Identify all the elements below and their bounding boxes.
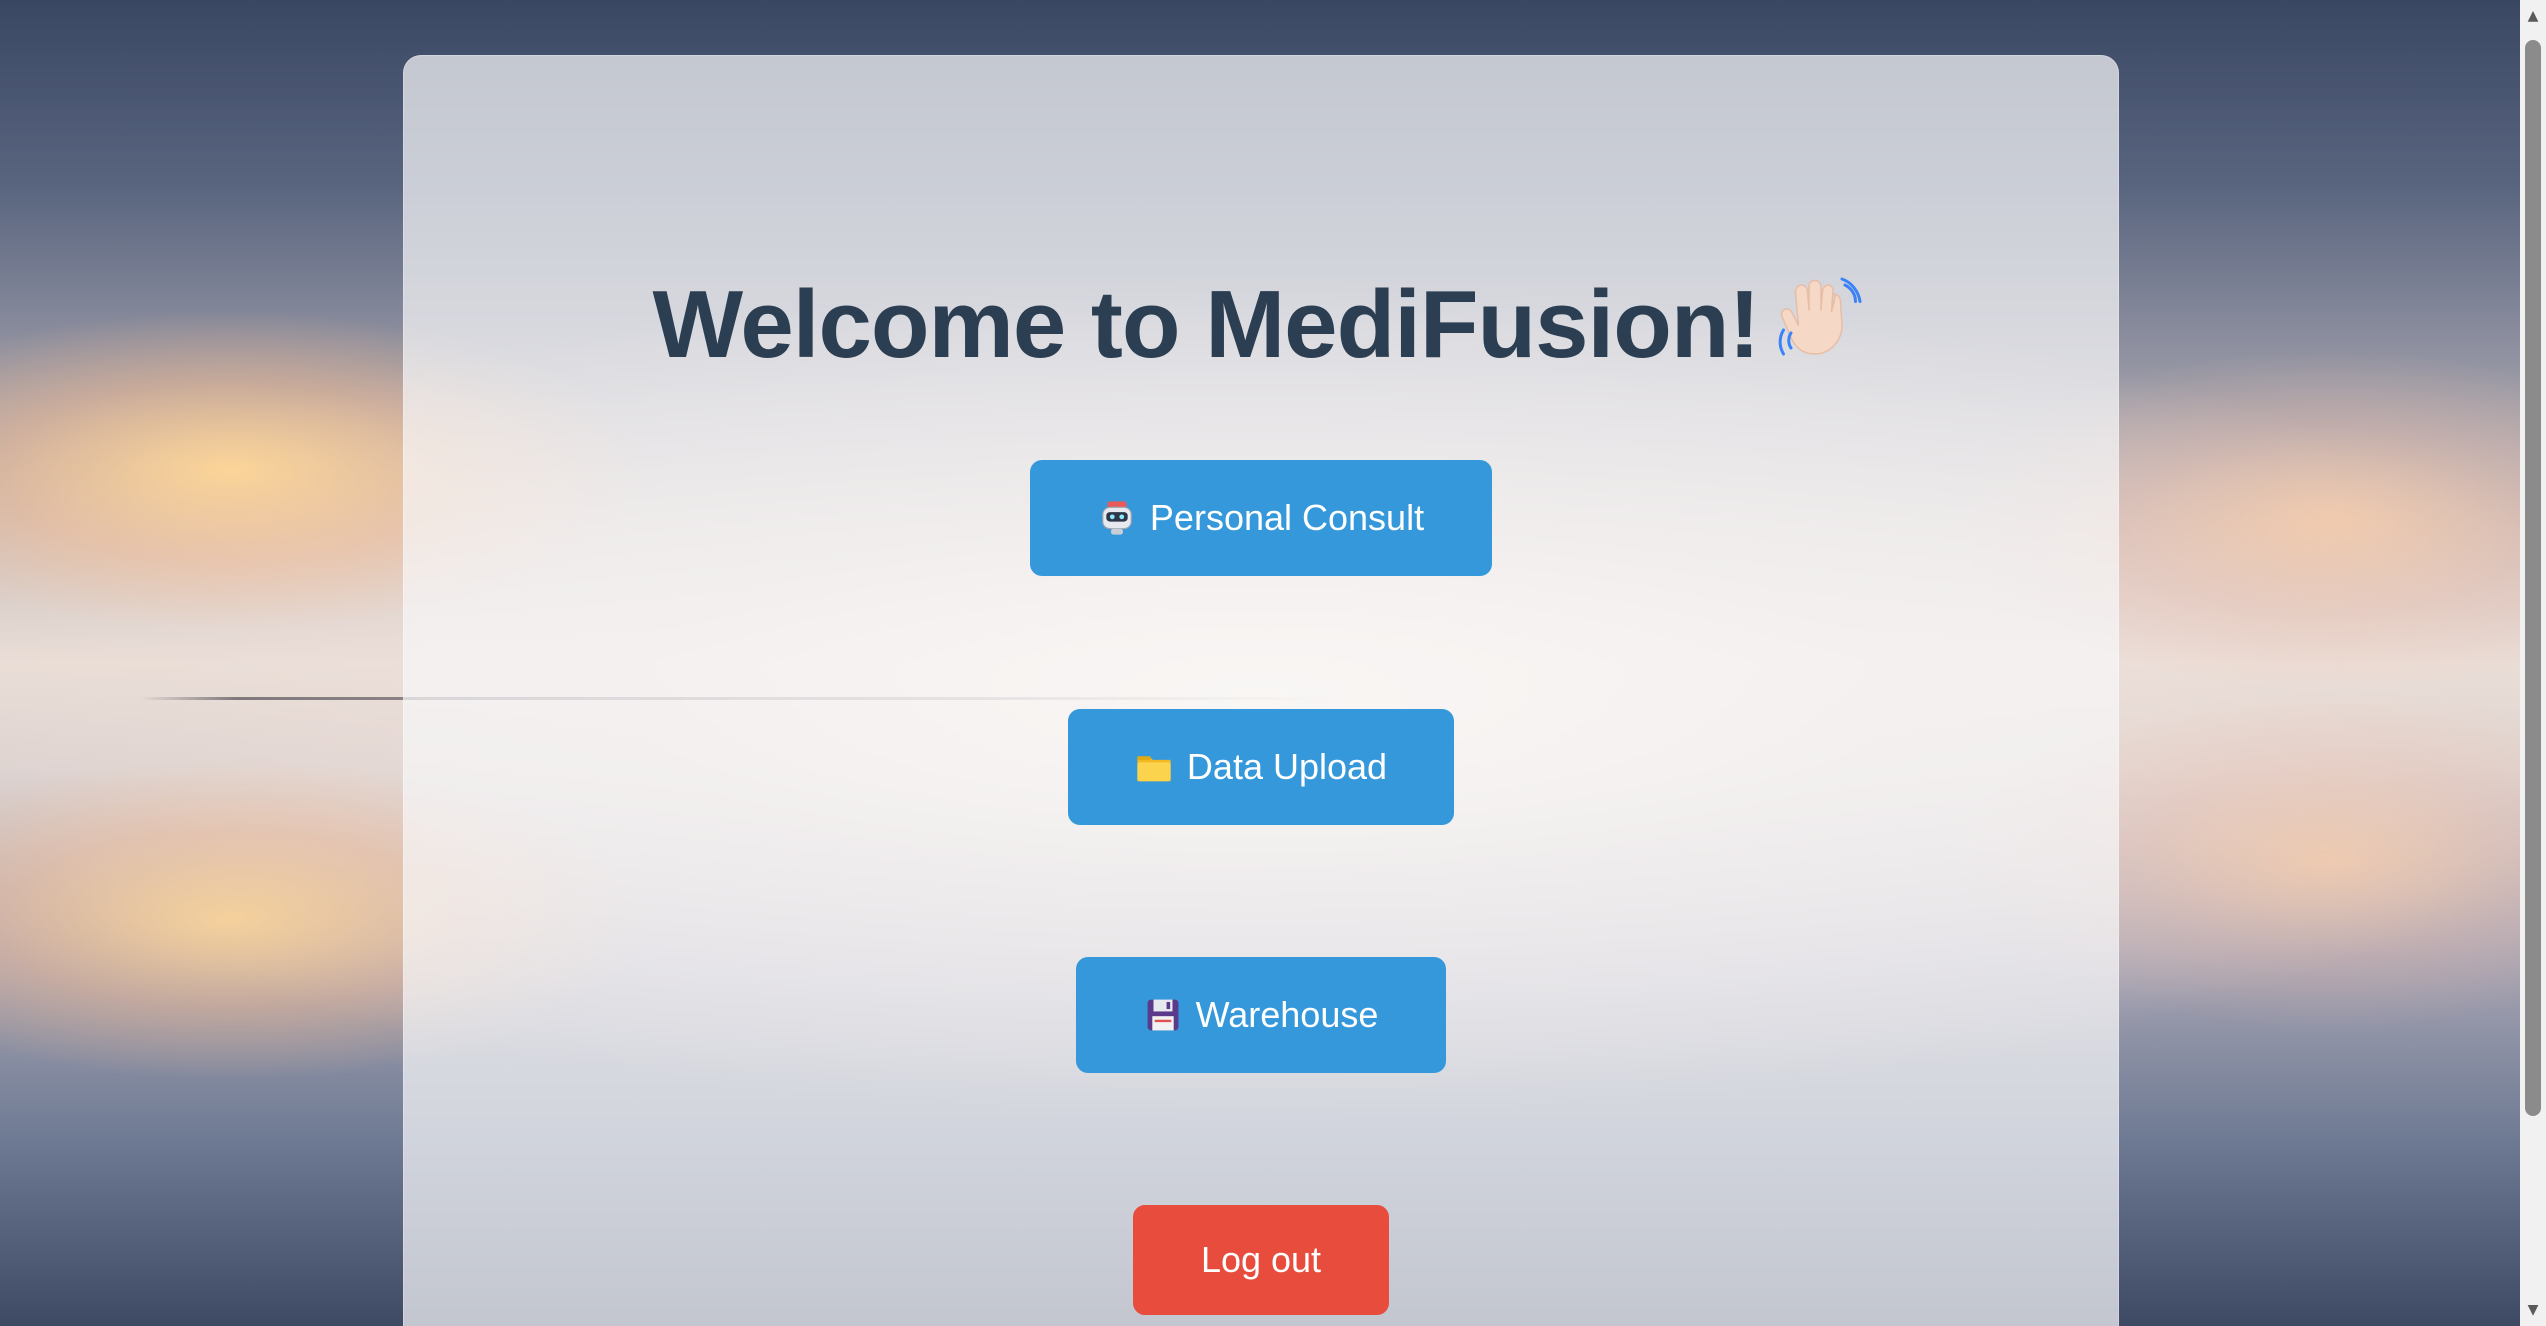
floppy-disk-icon: [1147, 999, 1179, 1031]
personal-consult-label: Personal Consult: [1149, 497, 1425, 538]
scroll-up-arrow-icon[interactable]: ▲: [2520, 4, 2546, 28]
vertical-scrollbar[interactable]: ▲ ▼: [2520, 0, 2546, 1326]
welcome-card: Welcome to MediFusion! Personal Consult: [403, 55, 2119, 1326]
scrollbar-thumb[interactable]: [2525, 40, 2541, 1116]
data-upload-button[interactable]: Data Upload: [1068, 709, 1454, 825]
logout-button[interactable]: Log out: [1133, 1205, 1389, 1315]
waving-hand-icon: [1779, 277, 1862, 356]
warehouse-button[interactable]: Warehouse: [1076, 957, 1446, 1073]
robot-icon: [1102, 501, 1132, 535]
data-upload-label: Data Upload: [1186, 746, 1388, 787]
background-scene: Welcome to MediFusion! Personal Consult: [0, 0, 2520, 1326]
warehouse-label: Warehouse: [1195, 994, 1379, 1035]
page-title: Welcome to MediFusion!: [652, 271, 1761, 378]
folder-icon: [1137, 756, 1171, 782]
logout-label: Log out: [1200, 1239, 1322, 1280]
scroll-down-arrow-icon[interactable]: ▼: [2520, 1298, 2546, 1322]
personal-consult-button[interactable]: Personal Consult: [1030, 460, 1492, 576]
page-title-row: Welcome to MediFusion!: [403, 270, 2119, 380]
